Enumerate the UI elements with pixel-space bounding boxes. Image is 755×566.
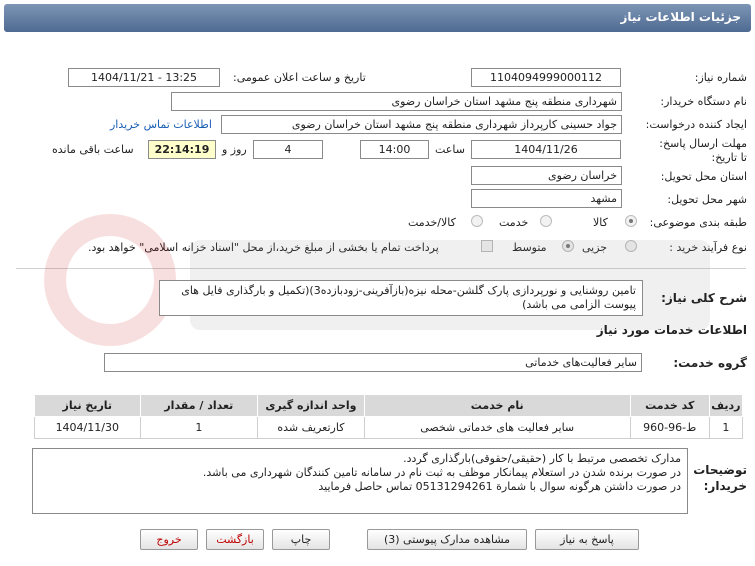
cell-name: سایر فعالیت های خدماتی شخصی <box>363 416 631 439</box>
notes-line: مدارک تخصصی مرتبط با کار (حقیقی/حقوقی)با… <box>403 452 681 465</box>
page-header: جزئیات اطلاعات نیاز <box>4 4 751 32</box>
category-service-radio[interactable] <box>540 215 552 227</box>
process-minor-label: جزیی <box>582 241 608 254</box>
category-service-label: خدمت <box>499 216 529 229</box>
need-number-field: 1104094999000112 <box>471 68 621 87</box>
category-goods-label: کالا <box>593 216 608 229</box>
category-goods-radio[interactable] <box>625 215 637 227</box>
print-button[interactable]: چاپ <box>272 529 330 550</box>
col-date-header: تاریخ نیاز <box>34 394 141 417</box>
deadline-date-field: 1404/11/26 <box>471 140 621 159</box>
cell-code: ط-96-960 <box>629 416 710 439</box>
service-group-field: سایر فعالیت‌های خدماتی <box>104 353 642 372</box>
cell-unit: کارتعریف شده <box>257 416 365 439</box>
notes-field: مدارک تخصصی مرتبط با کار (حقیقی/حقوقی)با… <box>32 448 688 514</box>
creator-label: ایجاد کننده درخواست: <box>645 118 747 131</box>
payment-note: پرداخت تمام یا بخشی از مبلغ خرید،از محل … <box>88 241 439 254</box>
deadline-time-label: ساعت <box>435 143 465 156</box>
notes-label: توضیحات خریدار: <box>693 463 747 493</box>
col-unit-header: واحد اندازه گیری <box>257 394 365 417</box>
cell-row: 1 <box>708 416 744 439</box>
contact-info-link[interactable]: اطلاعات تماس خریدار <box>110 118 212 131</box>
deadline-label: مهلت ارسال پاسخ: تا تاریخ: <box>659 137 747 164</box>
cell-date: 1404/11/30 <box>34 416 141 439</box>
table-header-row: ردیف کد خدمت نام خدمت واحد اندازه گیری ت… <box>34 394 744 417</box>
announce-label: تاریخ و ساعت اعلان عمومی: <box>233 71 366 84</box>
treasury-checkbox[interactable] <box>481 240 493 252</box>
city-field: مشهد <box>471 189 622 208</box>
page-title: جزئیات اطلاعات نیاز <box>620 10 741 24</box>
need-number-label: شماره نیاز: <box>694 71 747 84</box>
days-label: روز و <box>222 143 247 156</box>
table-row: 1 ط-96-960 سایر فعالیت های خدماتی شخصی ک… <box>34 416 744 439</box>
reply-button[interactable]: پاسخ به نیاز <box>535 529 639 550</box>
remaining-time-field: 22:14:19 <box>148 140 216 159</box>
buyer-field: شهرداری منطقه پنج مشهد استان خراسان رضوی <box>171 92 622 111</box>
service-group-label: گروه خدمت: <box>673 356 747 370</box>
cell-qty: 1 <box>139 416 259 439</box>
notes-line: در صورت برنده شدن در استعلام پیمانکار مو… <box>202 466 681 479</box>
divider <box>16 268 746 269</box>
category-both-label: کالا/خدمت <box>408 216 456 229</box>
remaining-label: ساعت باقی مانده <box>52 143 134 156</box>
days-remaining-field: 4 <box>253 140 323 159</box>
process-medium-label: متوسط <box>512 241 547 254</box>
province-field: خراسان رضوی <box>471 166 622 185</box>
summary-field: تامین روشنایی و نورپردازی پارک گلشن-محله… <box>159 280 643 316</box>
province-label: استان محل تحویل: <box>660 170 747 183</box>
services-title: اطلاعات خدمات مورد نیاز <box>596 323 747 337</box>
announce-field: 1404/11/21 - 13:25 <box>68 68 220 87</box>
process-label: نوع فرآیند خرید : <box>669 241 747 254</box>
col-code-header: کد خدمت <box>629 394 710 417</box>
buyer-label: نام دستگاه خریدار: <box>660 95 747 108</box>
col-qty-header: تعداد / مقدار <box>139 394 259 417</box>
category-both-radio[interactable] <box>471 215 483 227</box>
summary-label: شرح کلی نیاز: <box>661 291 747 305</box>
deadline-time-field: 14:00 <box>360 140 429 159</box>
city-label: شهر محل تحویل: <box>667 193 747 206</box>
process-medium-radio[interactable] <box>562 240 574 252</box>
exit-button[interactable]: خروج <box>140 529 198 550</box>
services-table: ردیف کد خدمت نام خدمت واحد اندازه گیری ت… <box>34 394 744 439</box>
category-label: طبقه بندی موضوعی: <box>649 216 747 229</box>
col-row-header: ردیف <box>708 394 744 417</box>
attachments-button[interactable]: مشاهده مدارک پیوستی (3) <box>367 529 527 550</box>
col-name-header: نام خدمت <box>363 394 631 417</box>
creator-field: جواد حسینی کارپرداز شهرداری منطقه پنج مش… <box>221 115 622 134</box>
notes-line: در صورت داشتن هرگونه سوال با شمارة 05131… <box>318 480 681 493</box>
back-button[interactable]: بازگشت <box>206 529 264 550</box>
process-minor-radio[interactable] <box>625 240 637 252</box>
